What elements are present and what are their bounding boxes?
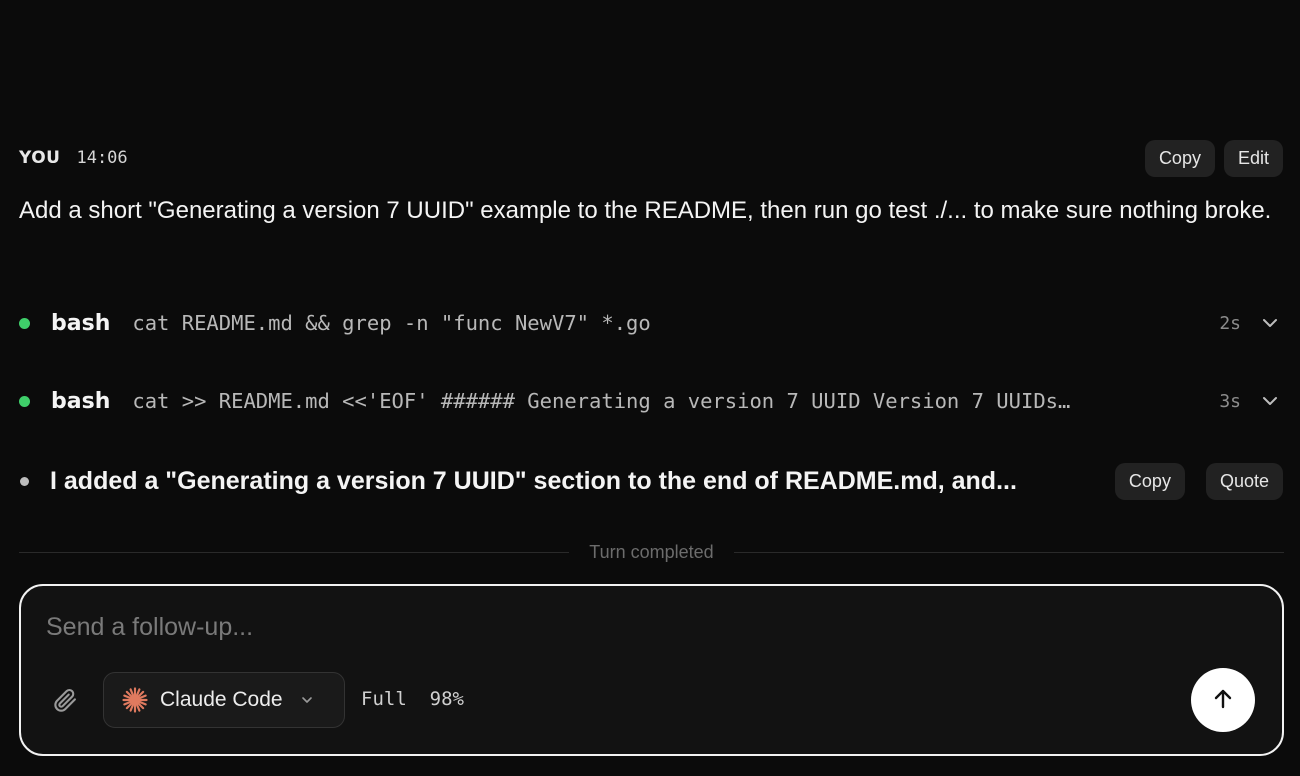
chat-page: YOU 14:06 Copy Edit Add a short "Generat…	[0, 0, 1300, 776]
tool-duration: 2s	[1219, 312, 1241, 334]
chevron-down-icon[interactable]	[1259, 312, 1281, 334]
claude-sparkle-icon	[121, 686, 149, 714]
arrow-up-icon	[1210, 686, 1236, 715]
summary-actions: Copy Quote	[1114, 462, 1283, 500]
divider-line	[733, 551, 1284, 553]
tool-name: bash	[51, 310, 111, 336]
tool-duration: 3s	[1219, 390, 1241, 412]
edit-message-button[interactable]: Edit	[1223, 139, 1283, 177]
turn-status: Turn completed	[589, 541, 714, 562]
model-selector[interactable]: Claude Code	[103, 672, 345, 728]
status-dot-icon	[19, 395, 30, 407]
composer: Claude Code Full 98%	[19, 584, 1284, 756]
tool-command: cat README.md && grep -n "func NewV7" *.…	[132, 311, 651, 335]
follow-up-input[interactable]	[46, 610, 1146, 644]
turn-divider: Turn completed	[19, 540, 1284, 564]
tool-name: bash	[51, 388, 111, 414]
context-percent: 98%	[429, 688, 464, 710]
timestamp: 14:06	[76, 148, 128, 168]
user-message-header: YOU 14:06 Copy Edit	[19, 139, 1283, 177]
copy-summary-button[interactable]: Copy	[1114, 462, 1185, 500]
send-button[interactable]	[1191, 668, 1255, 732]
tool-command: cat >> README.md <<'EOF' ###### Generati…	[132, 389, 1071, 413]
status-dot-icon	[19, 317, 30, 329]
chevron-down-icon	[299, 692, 315, 708]
user-message-text: Add a short "Generating a version 7 UUID…	[19, 197, 1272, 224]
paperclip-icon[interactable]	[51, 686, 79, 714]
author-label: YOU	[19, 148, 61, 168]
chevron-down-icon[interactable]	[1259, 390, 1281, 412]
assistant-summary[interactable]: I added a "Generating a version 7 UUID" …	[19, 460, 1283, 502]
permission-mode: Full	[361, 688, 407, 710]
quote-button[interactable]: Quote	[1205, 462, 1283, 500]
summary-text: I added a "Generating a version 7 UUID" …	[50, 466, 1017, 495]
context-status: Full 98%	[361, 688, 464, 710]
model-name: Claude Code	[160, 688, 283, 711]
tool-call-row[interactable]: bash cat README.md && grep -n "func NewV…	[19, 303, 1283, 343]
tool-call-row[interactable]: bash cat >> README.md <<'EOF' ###### Gen…	[19, 381, 1283, 421]
divider-line	[19, 551, 570, 553]
bullet-icon	[20, 476, 29, 486]
copy-message-button[interactable]: Copy	[1144, 139, 1215, 177]
message-actions: Copy Edit	[1144, 139, 1283, 177]
